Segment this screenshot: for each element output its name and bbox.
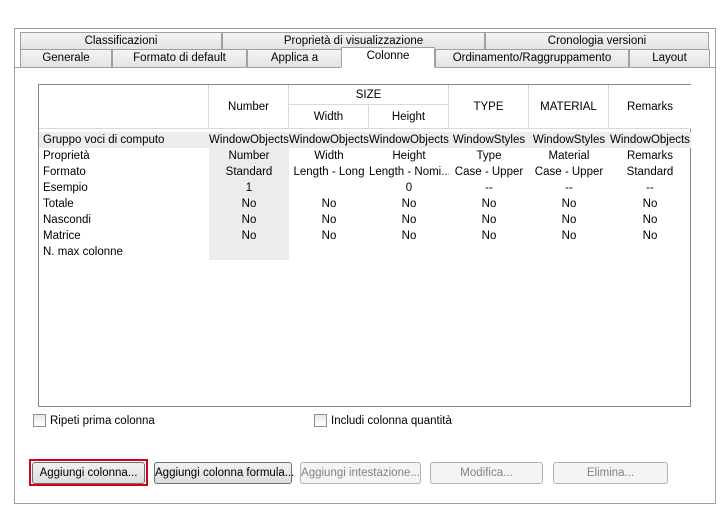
header-size[interactable]: SIZE	[289, 85, 449, 105]
grid-cell[interactable]: No	[369, 196, 449, 212]
add-formula-column-button[interactable]: Aggiungi colonna formula...	[154, 462, 294, 484]
columns-grid[interactable]: Number SIZE Width Height TYPE MATERIAL R…	[38, 84, 691, 407]
grid-cell[interactable]: Case - Upper	[449, 164, 529, 180]
add-column-button[interactable]: Aggiungi colonna...	[32, 462, 145, 484]
header-remarks[interactable]: Remarks	[609, 85, 691, 129]
grid-cell[interactable]: Type	[449, 148, 529, 164]
grid-cell[interactable]: No	[289, 228, 369, 244]
tab-ordinamento-raggruppamento[interactable]: Ordinamento/Raggruppamento	[435, 49, 629, 67]
grid-cell[interactable]: WindowObjects	[609, 132, 691, 148]
grid-cell[interactable]: 0	[369, 180, 449, 196]
grid-cell[interactable]: No	[289, 196, 369, 212]
tab-layout[interactable]: Layout	[629, 49, 710, 67]
grid-cell[interactable]: No	[449, 212, 529, 228]
header-width[interactable]: Width	[289, 105, 369, 129]
grid-cell[interactable]: Length - Nomi...	[369, 164, 449, 180]
grid-cell[interactable]: No	[529, 212, 609, 228]
grid-cell[interactable]: --	[449, 180, 529, 196]
row-label: Esempio	[43, 182, 88, 194]
grid-cell[interactable]: No	[209, 212, 289, 228]
grid-cell[interactable]: WindowObjects	[289, 132, 369, 148]
grid-cell[interactable]: No	[209, 228, 289, 244]
row-label: Proprietà	[43, 150, 90, 162]
row-label: Nascondi	[43, 214, 91, 226]
delete-button[interactable]: Elimina...	[553, 462, 668, 484]
add-header-button[interactable]: Aggiungi intestazione...	[300, 462, 421, 484]
tab-applica-a[interactable]: Applica a	[247, 49, 342, 67]
grid-cell[interactable]: Standard	[209, 164, 289, 180]
grid-cell[interactable]: WindowStyles	[529, 132, 609, 148]
grid-cell[interactable]: Length - Long	[289, 164, 369, 180]
grid-cell[interactable]: No	[609, 196, 691, 212]
grid-cell[interactable]: No	[609, 228, 691, 244]
grid-cell[interactable]: No	[529, 228, 609, 244]
grid-cell[interactable]: --	[529, 180, 609, 196]
row-label: Gruppo voci di computo	[43, 134, 165, 146]
grid-cell[interactable]: 1	[209, 180, 289, 196]
tab-colonne[interactable]: Colonne	[341, 47, 435, 68]
grid-cell[interactable]	[289, 180, 369, 196]
grid-cell[interactable]: No	[289, 212, 369, 228]
grid-cell[interactable]: No	[369, 212, 449, 228]
row-label: Matrice	[43, 230, 81, 242]
grid-cell[interactable]: No	[369, 228, 449, 244]
header-material[interactable]: MATERIAL	[529, 85, 609, 129]
header-height[interactable]: Height	[369, 105, 449, 129]
grid-cell[interactable]: Standard	[609, 164, 691, 180]
header-corner	[39, 85, 209, 129]
grid-cell[interactable]: No	[449, 196, 529, 212]
grid-cell[interactable]: Width	[289, 148, 369, 164]
edit-button[interactable]: Modifica...	[430, 462, 543, 484]
tab-formato-default[interactable]: Formato di default	[112, 49, 247, 67]
grid-cell[interactable]: No	[609, 212, 691, 228]
grid-cell[interactable]: Number	[209, 148, 289, 164]
include-quantity-column-checkbox[interactable]	[314, 414, 327, 427]
header-number[interactable]: Number	[209, 85, 289, 129]
include-quantity-column-label[interactable]: Includi colonna quantità	[331, 413, 452, 429]
grid-cell[interactable]: No	[529, 196, 609, 212]
grid-cell[interactable]: No	[209, 196, 289, 212]
repeat-first-column-checkbox[interactable]	[33, 414, 46, 427]
grid-cell[interactable]: WindowObjects	[369, 132, 449, 148]
tab-cronologia-versioni[interactable]: Cronologia versioni	[485, 32, 709, 50]
grid-cell[interactable]: No	[449, 228, 529, 244]
grid-cell[interactable]: WindowStyles	[449, 132, 529, 148]
row-label: Formato	[43, 166, 86, 178]
grid-cell[interactable]: --	[609, 180, 691, 196]
grid-cell[interactable]: Material	[529, 148, 609, 164]
tab-generale[interactable]: Generale	[20, 49, 112, 67]
repeat-first-column-label[interactable]: Ripeti prima colonna	[50, 413, 155, 429]
row-label: Totale	[43, 198, 74, 210]
grid-cell[interactable]: Remarks	[609, 148, 691, 164]
grid-cell[interactable]: Case - Upper	[529, 164, 609, 180]
grid-cell[interactable]: WindowObjects	[209, 132, 289, 148]
row-label: N. max colonne	[43, 246, 123, 258]
grid-cell[interactable]: Height	[369, 148, 449, 164]
header-type[interactable]: TYPE	[449, 85, 529, 129]
tab-classificazioni[interactable]: Classificazioni	[20, 32, 222, 50]
